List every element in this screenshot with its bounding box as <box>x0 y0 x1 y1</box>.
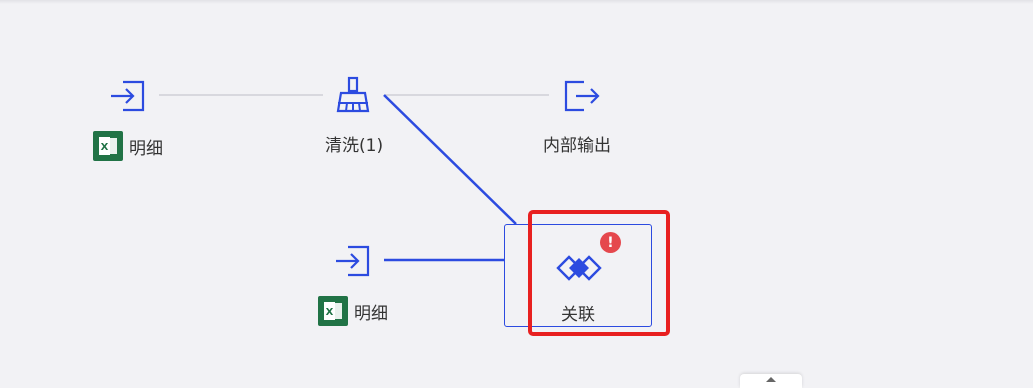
clean-node[interactable] <box>333 75 373 115</box>
input-icon <box>111 80 145 112</box>
input-node-1[interactable] <box>108 76 148 116</box>
excel-icon: X <box>318 296 348 326</box>
input-icon <box>336 245 370 277</box>
input-1-source: X 明细 <box>93 131 163 161</box>
svg-text:X: X <box>101 142 109 153</box>
edge-clean-to-join[interactable] <box>383 94 517 225</box>
join-node-label: 关联 <box>561 305 595 325</box>
excel-icon: X <box>93 131 123 161</box>
input-2-table-name: 明细 <box>354 303 388 324</box>
join-node-icon-wrap[interactable] <box>556 246 602 290</box>
output-icon <box>564 80 600 112</box>
error-badge-icon[interactable]: ! <box>600 232 621 253</box>
broom-icon <box>336 76 370 113</box>
svg-text:X: X <box>326 307 334 318</box>
caret-up-icon <box>766 377 776 382</box>
output-node-label: 内部输出 <box>543 136 611 156</box>
panel-toggle-handle[interactable] <box>740 374 802 388</box>
input-2-source: X 明细 <box>318 296 388 326</box>
join-icon <box>556 255 602 281</box>
input-node-2[interactable] <box>333 241 373 281</box>
output-node[interactable] <box>561 76 601 116</box>
input-1-table-name: 明细 <box>129 138 163 159</box>
clean-node-label: 清洗(1) <box>325 136 384 156</box>
